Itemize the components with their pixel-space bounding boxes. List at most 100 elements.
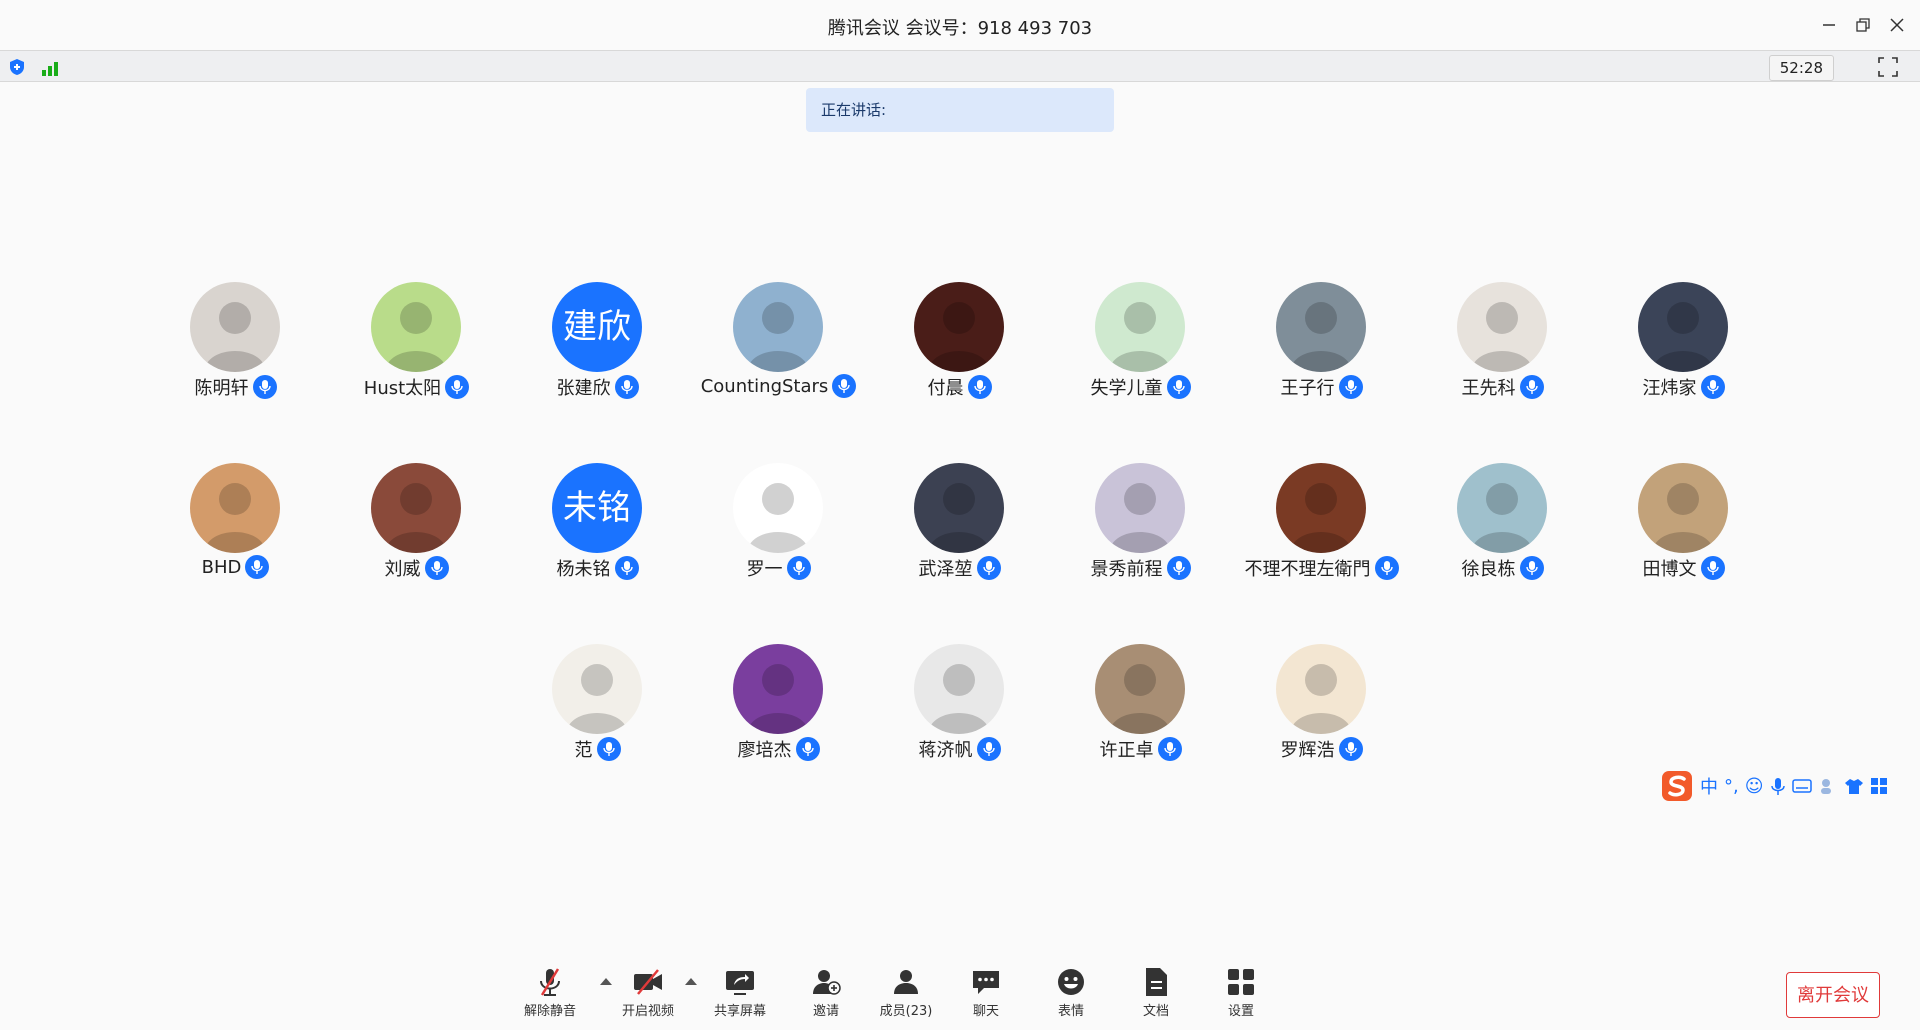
ime-toolbox-icon[interactable] [1870, 777, 1888, 795]
participant-tile[interactable]: 不理不理左衛門 [1231, 463, 1412, 593]
video-off-icon [634, 969, 662, 995]
chat-button[interactable]: 聊天 [946, 960, 1026, 1020]
avatar [1276, 644, 1366, 734]
docs-button[interactable]: 文档 [1116, 960, 1196, 1020]
leave-meeting-button[interactable]: 离开会议 [1786, 972, 1880, 1018]
share-label: 共享屏幕 [713, 1004, 766, 1019]
shield-icon[interactable] [8, 58, 26, 76]
participant-tile[interactable]: 陈明轩 [145, 282, 326, 412]
participant-tile[interactable]: 汪炜家 [1593, 282, 1774, 412]
sogou-logo-icon[interactable] [1660, 769, 1694, 803]
mic-icon [1374, 556, 1399, 580]
participant-name: 不理不理左衛門 [1244, 559, 1371, 580]
mic-icon [1700, 375, 1725, 399]
avatar [371, 463, 461, 553]
participant-tile[interactable]: 廖培杰 [688, 644, 869, 774]
participant-tile[interactable]: 许正卓 [1050, 644, 1231, 774]
participant-name-row: 汪炜家 [1593, 374, 1774, 400]
ime-skin-icon[interactable] [1844, 777, 1864, 795]
participant-tile[interactable]: BHD [145, 463, 326, 593]
participant-tile[interactable]: CountingStars [688, 282, 869, 412]
participant-name-row: 许正卓 [1050, 736, 1231, 762]
ime-keyboard-icon[interactable] [1791, 778, 1812, 794]
participant-name-row: 不理不理左衛門 [1231, 555, 1412, 581]
participant-tile[interactable]: 徐良栋 [1412, 463, 1593, 593]
mic-icon [832, 374, 857, 398]
restore-icon[interactable] [1850, 12, 1876, 38]
ime-user-icon[interactable] [1818, 777, 1838, 795]
window-controls [1816, 12, 1910, 38]
participant-name-row: 刘威 [326, 555, 507, 581]
participant-tile[interactable]: 田博文 [1593, 463, 1774, 593]
share-screen-button[interactable]: 共享屏幕 [700, 960, 780, 1020]
status-bar: 52:28 [0, 50, 1920, 82]
close-icon[interactable] [1884, 12, 1910, 38]
avatar [190, 282, 280, 372]
avatar [552, 644, 642, 734]
ime-punctuation[interactable]: °, [1724, 776, 1739, 797]
start-video-button[interactable]: 开启视频 [608, 960, 688, 1020]
mic-icon [445, 375, 470, 399]
participant-tile[interactable]: 武泽堃 [869, 463, 1050, 593]
avatar [1457, 282, 1547, 372]
speaking-banner: 正在讲话: [806, 88, 1114, 132]
mic-icon [252, 375, 277, 399]
participant-tile[interactable]: 罗一 [688, 463, 869, 593]
participant-tile[interactable]: 付晨 [869, 282, 1050, 412]
mic-icon [967, 375, 992, 399]
participant-name-row: 付晨 [869, 374, 1050, 400]
unmute-button[interactable]: 解除静音 [510, 960, 590, 1020]
participant-name: 景秀前程 [1090, 559, 1163, 580]
video-options-caret[interactable] [685, 978, 697, 985]
invite-button[interactable]: 邀请 [786, 960, 866, 1020]
participant-name: 汪炜家 [1642, 378, 1697, 399]
avatar [1276, 463, 1366, 553]
mic-icon [1700, 556, 1725, 580]
fullscreen-icon[interactable] [1878, 57, 1898, 77]
participant-tile[interactable]: 王子行 [1231, 282, 1412, 412]
invite-label: 邀请 [812, 1004, 839, 1019]
participant-tile[interactable]: 景秀前程 [1050, 463, 1231, 593]
participant-tile[interactable]: 罗辉浩 [1231, 644, 1412, 774]
mic-icon [245, 555, 270, 579]
participant-tile[interactable]: Hust太阳 [326, 282, 507, 412]
participant-name-row: 蒋济帆 [869, 736, 1050, 762]
participant-name: 付晨 [927, 378, 964, 399]
participant-name: 罗一 [746, 559, 783, 580]
title-bar: 腾讯会议 会议号：918 493 703 [0, 0, 1920, 50]
members-button[interactable]: 成员(23) [866, 960, 946, 1020]
participant-tile[interactable]: 蒋济帆 [869, 644, 1050, 774]
network-signal-icon[interactable] [42, 58, 62, 76]
participant-name: CountingStars [700, 375, 829, 397]
settings-button[interactable]: 设置 [1201, 960, 1281, 1020]
participant-tile[interactable]: 建欣 张建欣 [507, 282, 688, 412]
ime-mic-icon[interactable] [1770, 776, 1786, 796]
mic-icon [1338, 375, 1363, 399]
participant-tile[interactable]: 范 [507, 644, 688, 774]
participant-name-row: 罗辉浩 [1231, 736, 1412, 762]
participant-name-row: 王子行 [1231, 374, 1412, 400]
participant-name-row: 武泽堃 [869, 555, 1050, 581]
participant-tile[interactable]: 失学儿童 [1050, 282, 1231, 412]
emoji-button[interactable]: 表情 [1031, 960, 1111, 1020]
participant-name: 田博文 [1642, 559, 1697, 580]
ime-emoji-icon[interactable]: ☺ [1745, 776, 1764, 797]
participant-tile[interactable]: 王先科 [1412, 282, 1593, 412]
participant-name-row: 张建欣 [507, 374, 688, 400]
meeting-toolbar: 解除静音 开启视频 共享屏幕 邀请 成员(23) 聊天 表情 文档 设置 [0, 960, 1920, 1030]
mic-icon [786, 556, 811, 580]
participant-name-row: 范 [507, 736, 688, 762]
muted-mic-icon [540, 968, 560, 996]
members-label: 成员(23) [879, 1004, 933, 1019]
participant-name: 张建欣 [556, 378, 611, 399]
participant-tile[interactable]: 未铭 杨未铭 [507, 463, 688, 593]
participant-tile[interactable]: 刘威 [326, 463, 507, 593]
participant-name: 刘威 [384, 559, 421, 580]
ime-chinese-mode[interactable]: 中 [1700, 773, 1718, 799]
mic-icon [795, 737, 820, 761]
minimize-icon[interactable] [1816, 12, 1842, 38]
mic-icon [1157, 737, 1182, 761]
participant-name-row: 廖培杰 [688, 736, 869, 762]
mic-icon [424, 556, 449, 580]
avatar [733, 463, 823, 553]
